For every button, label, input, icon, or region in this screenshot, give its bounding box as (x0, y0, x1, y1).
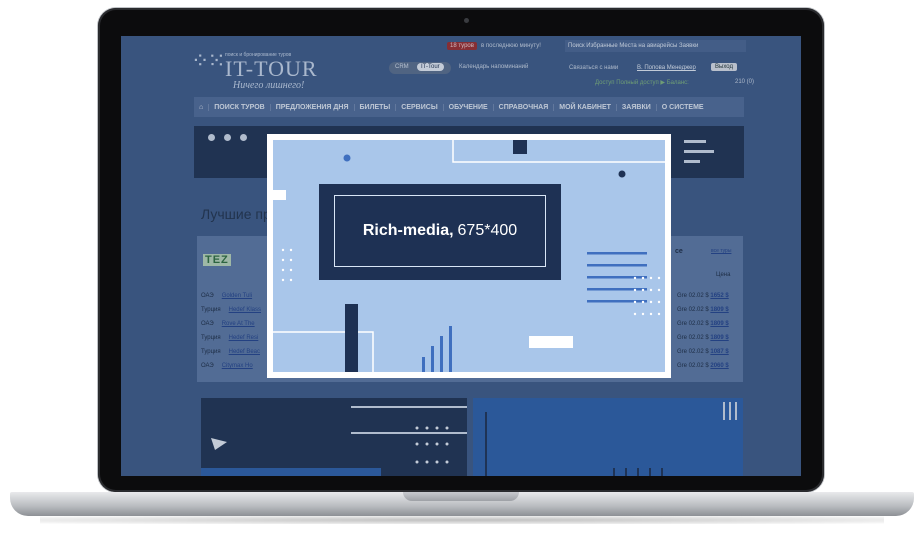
ad-title-size: 675*400 (457, 222, 518, 239)
ad-canvas: Rich-media, 675*400 (273, 140, 665, 372)
laptop-screen: ⁘⁙ поиск и бронирование туров IT-TOUR Ни… (121, 36, 801, 476)
camera-icon (464, 18, 469, 23)
laptop-notch (403, 492, 519, 501)
rich-media-ad[interactable]: Rich-media, 675*400 (267, 134, 671, 378)
laptop-shadow (40, 516, 884, 524)
ad-title: Rich-media, 675*400 (334, 195, 546, 267)
ad-title-bold: Rich-media, (362, 222, 454, 239)
